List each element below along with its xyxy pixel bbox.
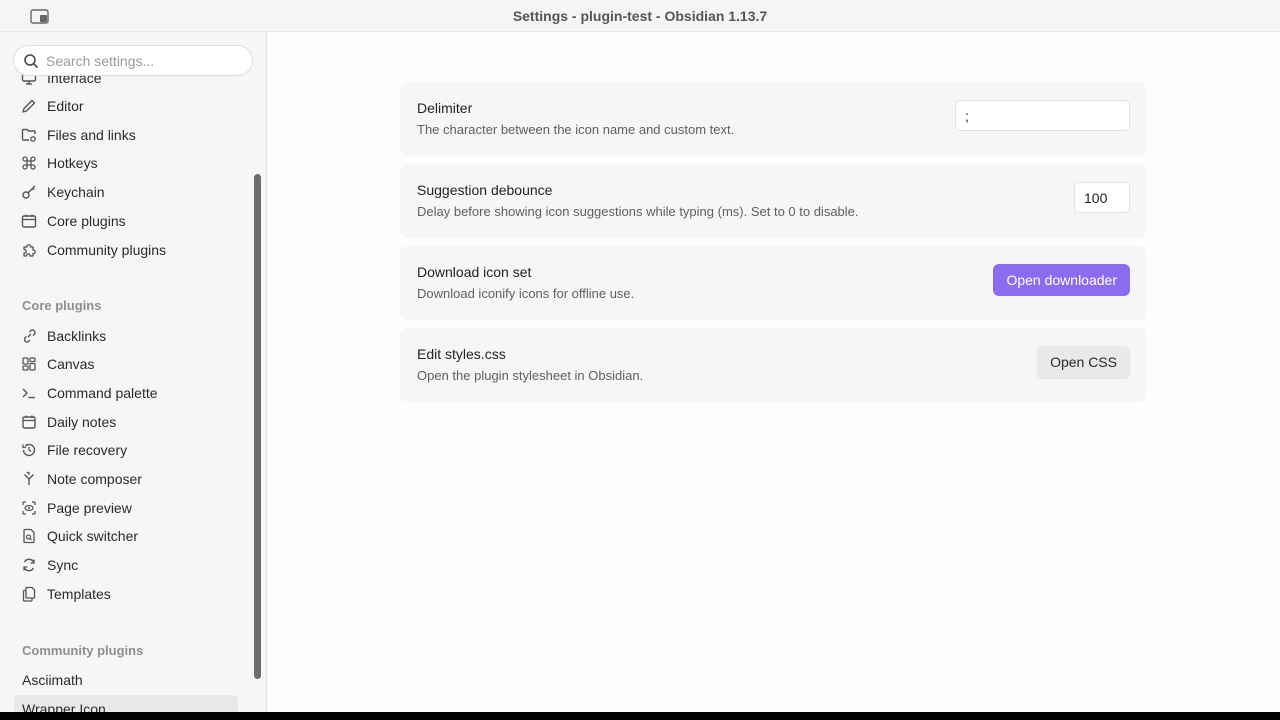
sidebar-item-templates[interactable]: Templates — [14, 580, 238, 607]
setting-delimiter: Delimiter The character between the icon… — [400, 82, 1146, 156]
terminal-icon — [20, 384, 38, 402]
sidebar-item-label: Keychain — [47, 183, 105, 200]
command-icon — [20, 154, 38, 172]
sidebar-item-note-composer[interactable]: Note composer — [14, 465, 238, 492]
sidebar-item-command-palette[interactable]: Command palette — [14, 379, 238, 406]
file-search-icon — [20, 527, 38, 545]
settings-content: Delimiter The character between the icon… — [268, 32, 1280, 712]
scan-eye-icon — [20, 499, 38, 517]
community-plugins-heading: Community plugins — [22, 643, 144, 658]
sidebar-item-asciimath[interactable]: Asciimath — [14, 666, 238, 693]
puzzle-icon — [20, 241, 38, 259]
setting-name: Edit styles.css — [417, 346, 506, 362]
sidebar-item-keychain[interactable]: Keychain — [14, 178, 238, 205]
setting-description: Open the plugin stylesheet in Obsidian. — [417, 368, 644, 383]
sidebar-item-label: Command palette — [47, 384, 158, 401]
setting-download-icon-set: Download icon set Download iconify icons… — [400, 246, 1146, 320]
sidebar-item-editor[interactable]: Editor — [14, 92, 238, 119]
sidebar-item-label: Canvas — [47, 355, 95, 372]
sidebar-item-sync[interactable]: Sync — [14, 551, 238, 578]
key-icon — [20, 183, 38, 201]
layout-dashboard-icon — [20, 355, 38, 373]
sidebar-scrollbar[interactable] — [254, 174, 261, 679]
sidebar-item-file-recovery[interactable]: File recovery — [14, 436, 238, 463]
sidebar-item-label: Quick switcher — [47, 527, 139, 544]
setting-suggestion-debounce: Suggestion debounce Delay before showing… — [400, 164, 1146, 238]
setting-name: Download icon set — [417, 264, 532, 280]
open-css-button[interactable]: Open CSS — [1037, 346, 1130, 378]
search-icon — [23, 53, 39, 69]
sidebar-item-label: Sync — [47, 556, 79, 573]
files-icon — [20, 585, 38, 603]
history-icon — [20, 441, 38, 459]
setting-description: Delay before showing icon suggestions wh… — [417, 204, 859, 219]
delimiter-input[interactable] — [955, 100, 1130, 131]
settings-sidebar: Interface Editor Files and links Hotkeys… — [0, 32, 267, 712]
pencil-icon — [20, 97, 38, 115]
links-coming-in-icon — [20, 327, 38, 345]
sidebar-item-quick-switcher[interactable]: Quick switcher — [14, 522, 238, 549]
sidebar-item-core-plugins[interactable]: Core plugins — [14, 207, 238, 234]
core-plugins-heading: Core plugins — [22, 298, 102, 313]
window-title: Settings - plugin-test - Obsidian 1.13.7 — [512, 8, 768, 24]
setting-description: The character between the icon name and … — [417, 122, 735, 137]
sidebar-item-label: Community plugins — [47, 241, 167, 258]
sidebar-item-files-and-links[interactable]: Files and links — [14, 121, 238, 148]
calendar-box-icon — [20, 212, 38, 230]
sidebar-item-community-plugins[interactable]: Community plugins — [14, 236, 238, 263]
sidebar-item-label: Daily notes — [47, 413, 117, 430]
sidebar-item-label: Asciimath — [22, 671, 83, 688]
settings-search[interactable] — [13, 45, 253, 76]
sidebar-item-hotkeys[interactable]: Hotkeys — [14, 149, 238, 176]
setting-name: Delimiter — [417, 100, 473, 116]
sidebar-item-page-preview[interactable]: Page preview — [14, 494, 238, 521]
sidebar-item-label: Editor — [47, 97, 84, 114]
setting-description: Download iconify icons for offline use. — [417, 286, 635, 301]
sidebar-item-label: Page preview — [47, 499, 132, 516]
sidebar-item-backlinks[interactable]: Backlinks — [14, 322, 238, 349]
setting-name: Suggestion debounce — [417, 182, 553, 198]
sidebar-item-label: Core plugins — [47, 212, 126, 229]
debounce-input[interactable] — [1074, 182, 1130, 213]
search-input[interactable] — [46, 50, 246, 72]
title-bar: Settings - plugin-test - Obsidian 1.13.7 — [0, 0, 1280, 32]
setting-edit-styles: Edit styles.css Open the plugin styleshe… — [400, 328, 1146, 402]
sidebar-item-wrapper-icon[interactable]: Wrapper Icon — [14, 695, 238, 712]
sidebar-item-label: Wrapper Icon — [22, 700, 106, 713]
open-downloader-button[interactable]: Open downloader — [993, 264, 1130, 296]
sidebar-item-label: Backlinks — [47, 327, 107, 344]
sidebar-item-label: Files and links — [47, 126, 136, 143]
sidebar-item-label: Hotkeys — [47, 154, 98, 171]
calendar-icon — [20, 413, 38, 431]
folder-cog-icon — [20, 126, 38, 144]
sidebar-item-daily-notes[interactable]: Daily notes — [14, 408, 238, 435]
sidebar-item-label: Note composer — [47, 470, 142, 487]
merge-icon — [20, 470, 38, 488]
refresh-icon — [20, 556, 38, 574]
settings-window: Settings - plugin-test - Obsidian 1.13.7… — [0, 0, 1280, 712]
sidebar-item-label: Templates — [47, 585, 111, 602]
sidebar-item-canvas[interactable]: Canvas — [14, 350, 238, 377]
sidebar-item-label: File recovery — [47, 441, 128, 458]
